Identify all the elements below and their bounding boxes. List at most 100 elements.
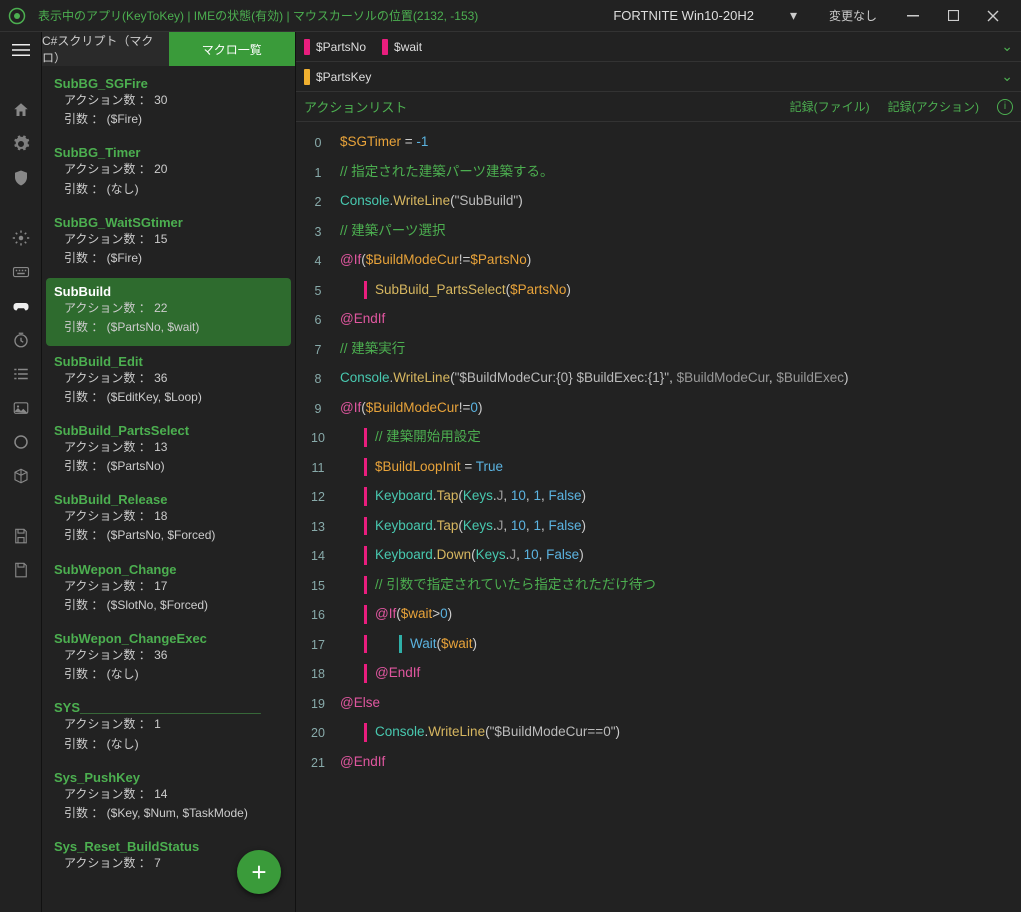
code-line[interactable]: 9@If($BuildModeCur!=0) (296, 394, 1021, 424)
code-line[interactable]: 20Console.WriteLine("$BuildModeCur==0") (296, 718, 1021, 748)
macro-name: SubBG_WaitSGtimer (54, 215, 283, 230)
line-number: 2 (296, 192, 340, 212)
collapse-locals-icon[interactable]: ⌄ (1001, 68, 1013, 85)
macro-list[interactable]: SubBG_SGFireアクション数 ： 30引数 ： ($Fire)SubBG… (42, 66, 295, 912)
param-row-1: $PartsNo $wait ⌄ (296, 32, 1021, 62)
tab-macro-list[interactable]: マクロ一覧 (169, 32, 296, 66)
main-panel: $PartsNo $wait ⌄ $PartsKey ⌄ アクションリスト 記録… (296, 32, 1021, 912)
clock-icon[interactable] (11, 330, 31, 350)
home-icon[interactable] (11, 100, 31, 120)
macro-action-count: アクション数 ： 14 (54, 785, 283, 804)
code-line[interactable]: 6@EndIf (296, 305, 1021, 335)
param-wait[interactable]: $wait (382, 39, 422, 55)
icon-sidebar (0, 32, 42, 912)
code-line[interactable]: 16@If($wait>0) (296, 600, 1021, 630)
code-line[interactable]: 15// 引数で指定されていたら指定されただけ待つ (296, 571, 1021, 601)
code-line[interactable]: 10// 建築開始用設定 (296, 423, 1021, 453)
macro-args: 引数 ： ($Fire) (54, 110, 283, 129)
line-number: 0 (296, 133, 340, 153)
macro-item[interactable]: SubWepon_ChangeExecアクション数 ： 36引数 ： (なし) (46, 625, 291, 692)
code-line[interactable]: 18@EndIf (296, 659, 1021, 689)
code-line[interactable]: 7// 建築実行 (296, 335, 1021, 365)
close-button[interactable] (973, 2, 1013, 30)
code-line[interactable]: 8Console.WriteLine("$BuildModeCur:{0} $B… (296, 364, 1021, 394)
macro-args: 引数 ： (なし) (54, 180, 283, 199)
line-number: 6 (296, 310, 340, 330)
macro-args: 引数 ： ($PartsNo) (54, 457, 283, 476)
line-number: 20 (296, 723, 340, 743)
macro-item[interactable]: SubBuild_Releaseアクション数 ： 18引数 ： ($PartsN… (46, 486, 291, 553)
macro-item[interactable]: SubBuild_Editアクション数 ： 36引数 ： ($EditKey, … (46, 348, 291, 415)
cube-icon[interactable] (11, 466, 31, 486)
macro-action-count: アクション数 ： 17 (54, 577, 283, 596)
app-icon (8, 7, 26, 25)
code-line[interactable]: 12Keyboard.Tap(Keys.J, 10, 1, False) (296, 482, 1021, 512)
profile-name[interactable]: FORTNITE Win10-20H2 (593, 8, 774, 23)
macro-item[interactable]: SYS_________________________アクション数 ： 1引数… (46, 694, 291, 761)
image-icon[interactable] (11, 398, 31, 418)
local-partskey[interactable]: $PartsKey (304, 69, 371, 85)
param-partsno[interactable]: $PartsNo (304, 39, 366, 55)
keyboard-icon[interactable] (11, 262, 31, 282)
macro-action-count: アクション数 ： 36 (54, 369, 283, 388)
macro-action-count: アクション数 ： 30 (54, 91, 283, 110)
code-line[interactable]: 5SubBuild_PartsSelect($PartsNo) (296, 276, 1021, 306)
shield-icon[interactable] (11, 168, 31, 188)
macro-item[interactable]: SubBG_Timerアクション数 ： 20引数 ： (なし) (46, 139, 291, 206)
record-file-link[interactable]: 記録(ファイル) (790, 98, 870, 115)
line-number: 3 (296, 222, 340, 242)
line-number: 10 (296, 428, 340, 448)
titlebar: 表示中のアプリ(KeyToKey) | IMEの状態(有効) | マウスカーソル… (0, 0, 1021, 32)
macro-item[interactable]: SubWepon_Changeアクション数 ： 17引数 ： ($SlotNo,… (46, 556, 291, 623)
add-macro-button[interactable]: + (237, 850, 281, 894)
code-line[interactable]: 21@EndIf (296, 748, 1021, 778)
macro-item[interactable]: Sys_PushKeyアクション数 ： 14引数 ： ($Key, $Num, … (46, 764, 291, 831)
line-number: 15 (296, 576, 340, 596)
macro-action-count: アクション数 ： 18 (54, 507, 283, 526)
collapse-params-icon[interactable]: ⌄ (1001, 38, 1013, 55)
menu-icon[interactable] (11, 40, 31, 60)
save-icon[interactable] (11, 526, 31, 546)
info-icon[interactable]: i (997, 99, 1013, 115)
code-line[interactable]: 3// 建築パーツ選択 (296, 217, 1021, 247)
tab-csharp[interactable]: C#スクリプト（マクロ） (42, 32, 169, 66)
macro-name: SubBG_SGFire (54, 76, 283, 91)
code-editor[interactable]: 0$SGTimer = -11// 指定された建築パーツ建築する。2Consol… (296, 122, 1021, 912)
gamepad-icon[interactable] (11, 296, 31, 316)
code-line[interactable]: 19@Else (296, 689, 1021, 719)
macro-name: SYS_________________________ (54, 700, 283, 715)
macro-name: SubBuild_Edit (54, 354, 283, 369)
macro-name: SubBG_Timer (54, 145, 283, 160)
macro-args: 引数 ： ($PartsNo, $wait) (54, 318, 283, 337)
macro-item[interactable]: SubBuildアクション数 ： 22引数 ： ($PartsNo, $wait… (46, 278, 291, 345)
code-line[interactable]: 11$BuildLoopInit = True (296, 453, 1021, 483)
code-line[interactable]: 0$SGTimer = -1 (296, 128, 1021, 158)
code-line[interactable]: 17Wait($wait) (296, 630, 1021, 660)
line-number: 4 (296, 251, 340, 271)
minimize-button[interactable] (893, 2, 933, 30)
macro-name: Sys_PushKey (54, 770, 283, 785)
code-line[interactable]: 13Keyboard.Tap(Keys.J, 10, 1, False) (296, 512, 1021, 542)
code-line[interactable]: 1// 指定された建築パーツ建築する。 (296, 158, 1021, 188)
code-line[interactable]: 4@If($BuildModeCur!=$PartsNo) (296, 246, 1021, 276)
line-number: 5 (296, 281, 340, 301)
line-number: 9 (296, 399, 340, 419)
maximize-button[interactable] (933, 2, 973, 30)
macro-sidebar: C#スクリプト（マクロ） マクロ一覧 SubBG_SGFireアクション数 ： … (42, 32, 296, 912)
macro-item[interactable]: SubBuild_PartsSelectアクション数 ： 13引数 ： ($Pa… (46, 417, 291, 484)
code-line[interactable]: 14Keyboard.Down(Keys.J, 10, False) (296, 541, 1021, 571)
macro-item[interactable]: SubBG_SGFireアクション数 ： 30引数 ： ($Fire) (46, 70, 291, 137)
macro-args: 引数 ： ($SlotNo, $Forced) (54, 596, 283, 615)
line-number: 17 (296, 635, 340, 655)
list-icon[interactable] (11, 364, 31, 384)
gear-icon[interactable] (11, 134, 31, 154)
line-number: 11 (296, 458, 340, 478)
save-as-icon[interactable] (11, 560, 31, 580)
line-number: 7 (296, 340, 340, 360)
code-line[interactable]: 2Console.WriteLine("SubBuild") (296, 187, 1021, 217)
macro-item[interactable]: SubBG_WaitSGtimerアクション数 ： 15引数 ： ($Fire) (46, 209, 291, 276)
gear2-icon[interactable] (11, 228, 31, 248)
record-action-link[interactable]: 記録(アクション) (888, 98, 979, 115)
circle-icon[interactable] (11, 432, 31, 452)
profile-dropdown-icon[interactable]: ▾ (774, 7, 813, 24)
